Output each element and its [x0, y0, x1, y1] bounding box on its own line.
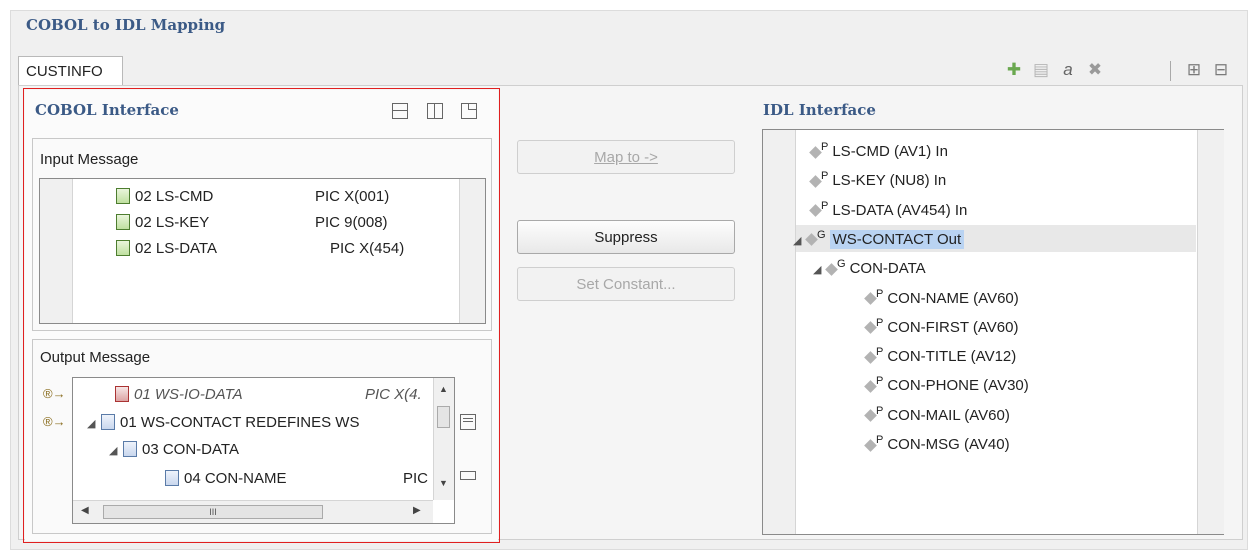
- idl-gutter: [763, 130, 796, 534]
- expand-all-icon[interactable]: ⊞: [1183, 59, 1205, 81]
- map-to-button[interactable]: Map to ->: [517, 140, 735, 174]
- node-label: CON-PHONE (AV30): [887, 377, 1029, 395]
- node-badge: P: [821, 141, 829, 153]
- tree-row[interactable]: P LS-DATA (AV454) In: [809, 200, 968, 219]
- tree-row[interactable]: ◢ G WS-CONTACT Out: [793, 229, 965, 249]
- node-label: CON-MAIL (AV60): [887, 406, 1010, 424]
- tree-row[interactable]: P CON-NAME (AV60): [864, 287, 1019, 307]
- node-badge: P: [876, 287, 884, 300]
- idl-scrollbar-track[interactable]: [1197, 130, 1224, 534]
- parameter-node-icon: [809, 145, 822, 159]
- node-label: LS-CMD (AV1) In: [832, 143, 948, 160]
- parameter-node-icon: [864, 292, 877, 305]
- parameter-node-icon: [864, 380, 877, 393]
- tree-row[interactable]: P LS-KEY (NU8) In: [809, 170, 947, 190]
- group-node-icon: [825, 262, 838, 276]
- node-badge: P: [876, 375, 884, 388]
- node-badge: P: [876, 346, 884, 359]
- node-label: WS-CONTACT Out: [829, 229, 965, 249]
- suppress-label: Suppress: [594, 228, 658, 246]
- rename-icon[interactable]: a: [1057, 59, 1079, 81]
- map-to-label: Map to ->: [594, 148, 658, 166]
- tab-custinfo[interactable]: CUSTINFO: [18, 56, 123, 86]
- tree-row[interactable]: P CON-PHONE (AV30): [864, 375, 1029, 395]
- node-label: CON-NAME (AV60): [887, 289, 1019, 307]
- tree-row[interactable]: P CON-MAIL (AV60): [864, 405, 1010, 424]
- tree-row[interactable]: P LS-CMD (AV1) In: [809, 141, 948, 160]
- group-node-icon: [805, 233, 818, 247]
- parameter-node-icon: [864, 409, 877, 423]
- node-badge: P: [876, 434, 884, 446]
- idl-interface-title: IDL Interface: [763, 101, 876, 119]
- node-label: CON-TITLE (AV12): [887, 348, 1017, 366]
- suppress-button[interactable]: Suppress: [517, 220, 735, 254]
- node-label: CON-MSG (AV40): [887, 436, 1010, 453]
- node-label: LS-DATA (AV454) In: [832, 201, 968, 219]
- parameter-node-icon: [864, 321, 877, 335]
- node-badge: G: [837, 258, 846, 271]
- set-constant-label: Set Constant...: [576, 275, 676, 293]
- expand-arrow-icon[interactable]: ◢: [793, 234, 807, 247]
- parameter-node-icon: [864, 350, 877, 364]
- parameter-node-icon: [809, 174, 822, 188]
- tree-row[interactable]: P CON-FIRST (AV60): [864, 317, 1019, 336]
- parameter-node-icon: [864, 438, 877, 452]
- node-label: CON-FIRST (AV60): [887, 318, 1019, 336]
- node-badge: P: [821, 170, 829, 183]
- copy-icon[interactable]: ▤: [1030, 59, 1052, 81]
- set-constant-button[interactable]: Set Constant...: [517, 267, 735, 301]
- idl-interface-tree[interactable]: P LS-CMD (AV1) In P LS-KEY (NU8) In P LS-DATA…: [762, 129, 1224, 535]
- window-title: COBOL to IDL Mapping: [26, 16, 226, 34]
- highlight-box: [23, 88, 500, 543]
- node-label: LS-KEY (NU8) In: [832, 172, 947, 190]
- collapse-all-icon[interactable]: ⊟: [1210, 59, 1232, 81]
- node-label: CON-DATA: [849, 260, 926, 278]
- tree-row[interactable]: P CON-MSG (AV40): [864, 434, 1010, 453]
- parameter-node-icon: [809, 204, 822, 217]
- tree-row[interactable]: ◢ G CON-DATA: [813, 258, 926, 277]
- toolbar-separator: [1170, 61, 1171, 81]
- add-icon[interactable]: ✚: [1003, 59, 1025, 81]
- delete-icon[interactable]: ✖: [1084, 59, 1106, 81]
- tree-row[interactable]: P CON-TITLE (AV12): [864, 346, 1017, 366]
